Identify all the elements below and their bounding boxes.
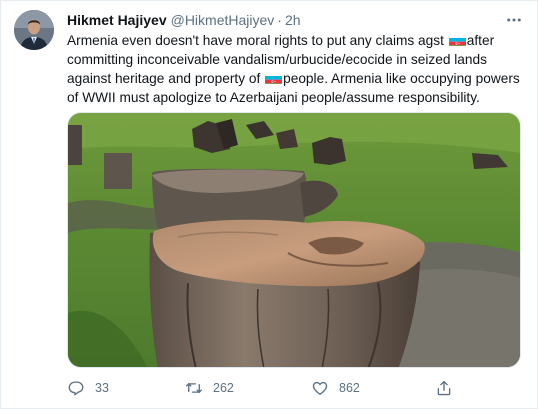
tweet-text-segment: of WWII must apologize to Azerbaijani pe… <box>67 90 480 105</box>
tweet-card[interactable]: Hikmet Hajiyev @HikmetHajiyev · 2h Armenia … <box>0 0 538 409</box>
tweet-text-line: of WWII must apologize to Azerbaijani pe… <box>67 88 527 107</box>
tweet-text-line: Armenia even doesn't have moral rights t… <box>67 31 527 50</box>
retweet-button[interactable]: 262 <box>185 377 234 399</box>
like-count: 862 <box>339 381 360 395</box>
tweet-text-segment: committing inconceivable vandalism/urbuc… <box>67 52 487 67</box>
like-icon <box>312 381 328 395</box>
more-options-button[interactable] <box>503 9 525 31</box>
share-icon <box>437 380 451 396</box>
tweet-text-segment: after <box>466 33 495 48</box>
azerbaijan-flag-icon <box>448 35 466 46</box>
tweet-text: Armenia even doesn't have moral rights t… <box>67 31 527 107</box>
avatar[interactable] <box>14 10 54 50</box>
like-button[interactable]: 862 <box>311 377 360 399</box>
tree-stumps-photo <box>68 113 520 367</box>
tweet-text-line: against heritage and property of people.… <box>67 69 527 88</box>
tweet-text-segment: against heritage and property of <box>67 71 265 86</box>
separator-dot: · <box>277 12 282 28</box>
tweet-actions: 33 262 862 <box>67 377 457 399</box>
author-handle[interactable]: @HikmetHajiyev <box>171 12 275 28</box>
retweet-icon <box>185 382 203 394</box>
share-button[interactable] <box>435 377 453 399</box>
tweet-text-segment: people. Armenia like occupying powers <box>283 71 520 86</box>
author-name[interactable]: Hikmet Hajiyev <box>67 12 167 28</box>
reply-count: 33 <box>95 381 109 395</box>
retweet-count: 262 <box>213 381 234 395</box>
tweet-timestamp[interactable]: 2h <box>285 12 301 28</box>
tweet-header: Hikmet Hajiyev @HikmetHajiyev · 2h <box>67 11 301 29</box>
tweet-text-line: committing inconceivable vandalism/urbuc… <box>67 50 527 69</box>
avatar-photo <box>14 10 54 50</box>
more-icon <box>507 18 521 22</box>
tweet-photo[interactable] <box>67 112 521 368</box>
reply-icon <box>68 381 84 396</box>
tweet-text-segment: Armenia even doesn't have moral rights t… <box>67 33 448 48</box>
azerbaijan-flag-icon <box>265 73 283 84</box>
reply-button[interactable]: 33 <box>67 377 109 399</box>
